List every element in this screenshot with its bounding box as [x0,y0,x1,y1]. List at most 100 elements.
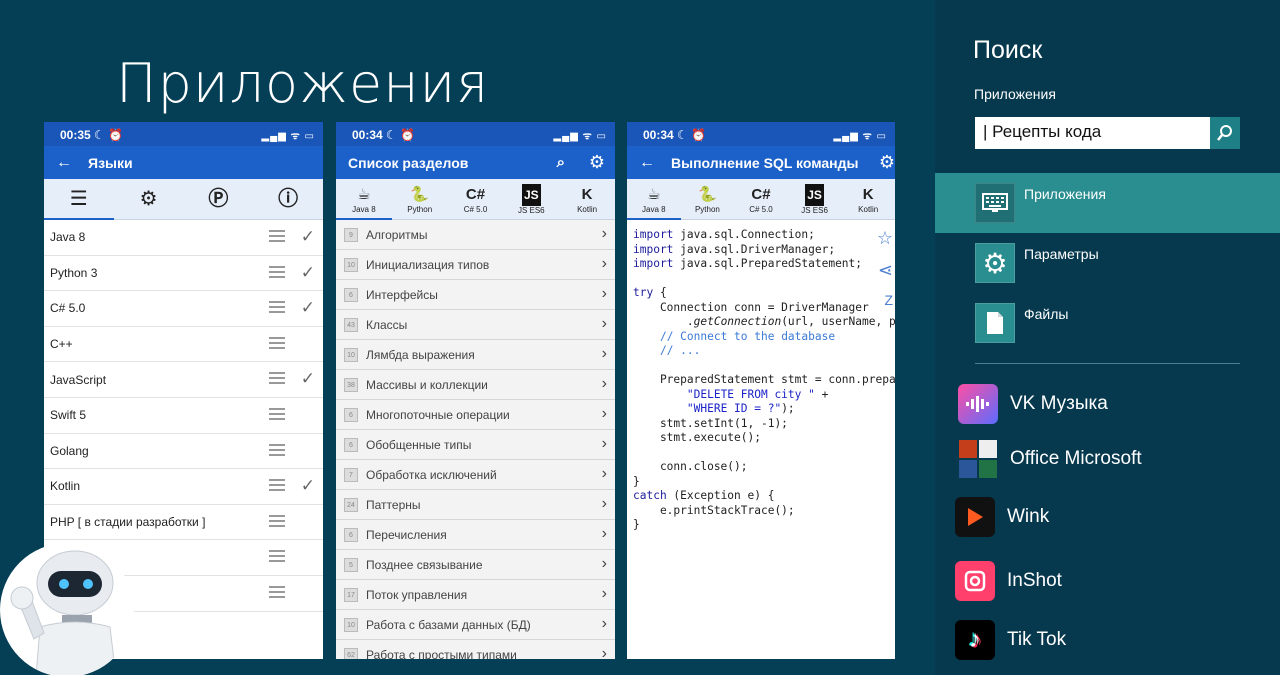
section-label: Перечисления [366,527,447,542]
section-list: 9 Алгоритмы › 10 Инициализация типов › 6 Интерф… [336,220,615,659]
section-row[interactable]: 5 Позднее связывание › [336,550,615,580]
language-logo-icon: K [581,185,593,203]
tab-info[interactable]: ⓘ [253,179,323,219]
drag-handle-icon[interactable] [269,479,285,492]
status-time: 00:35 ☾ ⏰ [60,128,124,142]
app-office-microsoft[interactable]: Office Microsoft [958,438,1142,480]
drag-handle-icon[interactable] [269,443,285,456]
section-row[interactable]: 6 Многопоточные операции › [336,400,615,430]
search-scope[interactable]: Приложения [974,86,1056,102]
language-row[interactable]: Kotlin ✓ [44,469,323,505]
search-title: Поиск [973,36,1043,64]
chevron-right-icon: › [601,345,607,362]
back-arrow-icon[interactable]: ← [639,154,655,172]
section-label: Работа с базами данных (БД) [366,617,531,632]
gear-icon[interactable]: ⚙ [879,152,895,173]
language-row[interactable]: C++ [44,327,323,363]
tab-lang[interactable]: K Kotlin [559,179,615,219]
check-icon[interactable]: ✓ [301,476,315,496]
check-icon[interactable]: ✓ [301,369,315,389]
section-row[interactable]: 10 Лямбда выражения › [336,340,615,370]
section-row[interactable]: 62 Работа с простыми типами › [336,640,615,659]
app-vk-music[interactable]: VK Музыка [958,383,1108,425]
section-label: Паттерны [366,497,421,512]
drag-handle-icon[interactable] [269,550,285,563]
tab-lang[interactable]: JS JS ES6 [788,179,842,219]
section-row[interactable]: 24 Паттерны › [336,490,615,520]
section-count: 6 [344,527,358,542]
tab-lang[interactable]: C# C# 5.0 [448,179,504,219]
font-size-icon[interactable]: Z [884,292,893,308]
app-label: Wink [1007,506,1050,527]
drag-handle-icon[interactable] [269,301,285,314]
drag-handle-icon[interactable] [269,407,285,420]
language-row[interactable]: C# 5.0 ✓ [44,291,323,327]
language-logo-icon: C# [465,185,486,203]
signal-icon: ▂▄▆ ᯤ ▭ [833,131,887,142]
language-row[interactable]: Python 3 ✓ [44,256,323,292]
tab-donate[interactable]: Ⓟ [184,179,254,219]
tab-lang[interactable]: JS JS ES6 [503,179,559,219]
search-button[interactable] [1210,117,1240,149]
section-row[interactable]: 10 Работа с базами данных (БД) › [336,610,615,640]
drag-handle-icon[interactable] [269,265,285,278]
star-icon[interactable]: ☆ [877,228,893,249]
drag-handle-icon[interactable] [269,585,285,598]
section-count: 7 [344,467,358,482]
language-row[interactable]: JavaScript ✓ [44,362,323,398]
chevron-right-icon: › [601,585,607,602]
section-row[interactable]: 17 Поток управления › [336,580,615,610]
check-icon[interactable]: ✓ [301,298,315,318]
status-bar: 00:34 ☾ ⏰ ▂▄▆ ᯤ ▭ [336,122,615,146]
section-row[interactable]: 38 Массивы и коллекции › [336,370,615,400]
section-count: 9 [344,227,358,242]
tab-lang[interactable]: 🐍 Python [392,179,448,219]
section-row[interactable]: 10 Инициализация типов › [336,250,615,280]
signal-icon: ▂▄▆ ᯤ ▭ [553,131,607,142]
language-row[interactable]: Golang [44,434,323,470]
tab-label: C# 5.0 [463,204,488,214]
language-row[interactable]: Java 8 ✓ [44,220,323,256]
language-row[interactable]: Swift 5 [44,398,323,434]
back-arrow-icon[interactable]: ← [56,154,72,172]
drag-handle-icon[interactable] [269,336,285,349]
gear-icon[interactable]: ⚙ [589,152,605,173]
tab-lang[interactable]: 🐍 Python [681,179,735,219]
check-icon[interactable]: ✓ [301,263,315,283]
tab-lang[interactable]: C# C# 5.0 [734,179,788,219]
drag-handle-icon[interactable] [269,372,285,385]
search-input[interactable]: | Рецепты кода [975,117,1210,149]
drag-handle-icon[interactable] [269,514,285,527]
app-tiktok[interactable]: ♪ Tik Tok [955,619,1066,661]
language-logo-icon: ☕ [647,185,661,203]
section-row[interactable]: 7 Обработка исключений › [336,460,615,490]
category-files[interactable]: Файлы [935,293,1280,353]
search-icon[interactable]: ⌕ [557,154,565,171]
ruble-icon: Ⓟ [208,188,229,210]
screen-title: Список разделов [348,154,469,171]
tab-list[interactable]: ☰ [44,179,114,220]
app-inshot[interactable]: InShot [955,560,1062,602]
section-row[interactable]: 6 Интерфейсы › [336,280,615,310]
section-label: Поток управления [366,587,468,602]
language-row[interactable]: PHP [ в стадии разработки ] [44,505,323,541]
chevron-right-icon: › [601,555,607,572]
section-row[interactable]: 6 Обобщенные типы › [336,430,615,460]
tab-lang[interactable]: ☕ Java 8 [336,179,392,220]
app-wink[interactable]: Wink [955,496,1049,538]
tab-label: C# 5.0 [749,204,773,214]
category-settings[interactable]: ⚙ Параметры [935,233,1280,293]
tab-lang[interactable]: ☕ Java 8 [627,179,681,220]
section-row[interactable]: 43 Классы › [336,310,615,340]
check-icon[interactable]: ✓ [301,227,315,247]
app-bar: ← Выполнение SQL команды ⚙ [627,146,895,179]
drag-handle-icon[interactable] [269,230,285,242]
tiktok-icon: ♪ [955,620,995,660]
section-row[interactable]: 6 Перечисления › [336,520,615,550]
share-icon[interactable]: ⋖ [878,260,893,281]
category-apps[interactable]: Приложения [935,173,1280,233]
tab-lang[interactable]: K Kotlin [841,179,895,219]
section-row[interactable]: 9 Алгоритмы › [336,220,615,250]
wink-icon [955,497,995,537]
tab-settings[interactable]: ⚙ [114,179,184,219]
